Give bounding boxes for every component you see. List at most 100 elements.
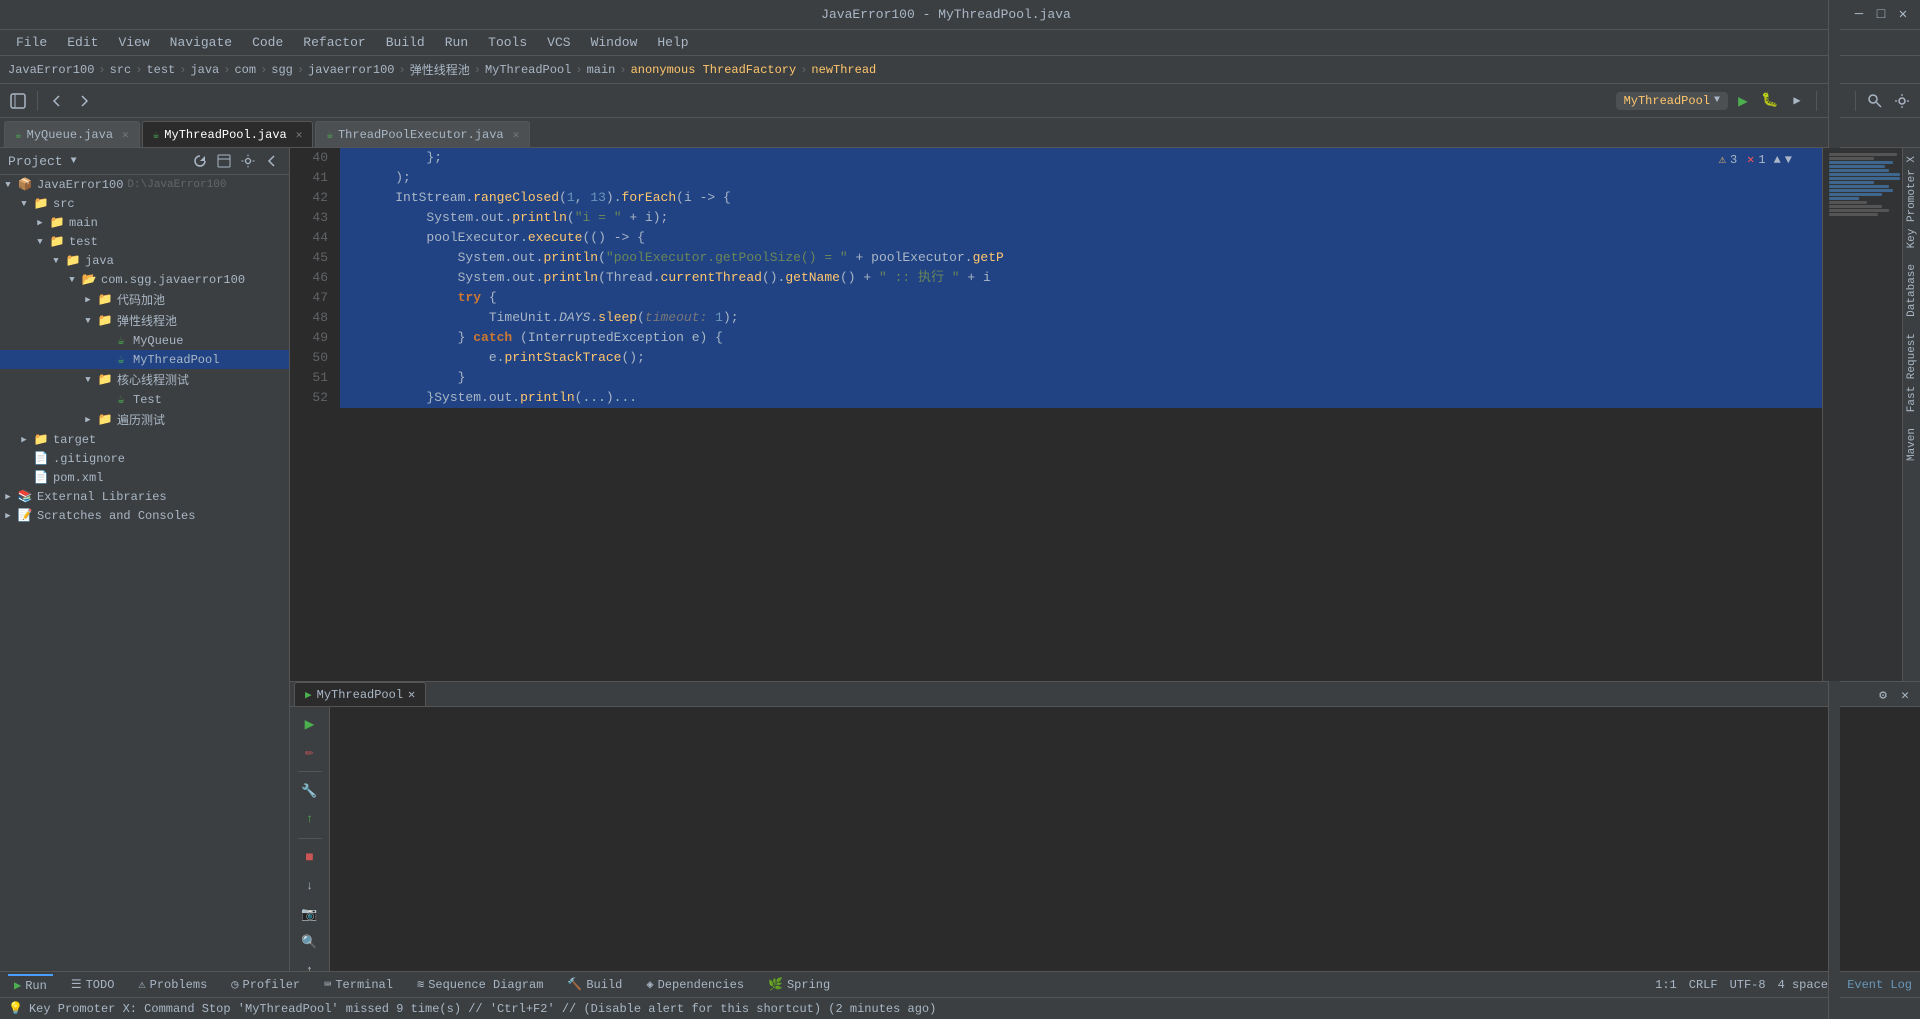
back-button[interactable] — [45, 89, 69, 113]
tree-item-External-Libraries[interactable]: ▶📚External Libraries — [0, 487, 289, 506]
snapshot-button[interactable]: 📷 — [297, 901, 323, 927]
status-tab-todo[interactable]: ☰ TODO — [65, 975, 121, 994]
tree-item-target[interactable]: ▶📁target — [0, 430, 289, 449]
run-close-button[interactable]: ✕ — [1894, 684, 1916, 706]
edit-run-button[interactable]: ✏ — [297, 739, 323, 765]
breadcrumb-item[interactable]: test — [146, 63, 175, 77]
menu-item-refactor[interactable]: Refactor — [295, 33, 373, 52]
run-settings-button[interactable]: ⚙ — [1872, 684, 1894, 706]
breadcrumb-item[interactable]: anonymous ThreadFactory — [631, 63, 797, 77]
filetab-myqueue[interactable]: ☕ MyQueue.java ✕ — [4, 121, 140, 147]
maximize-button[interactable]: □ — [1874, 8, 1888, 22]
breadcrumb-item[interactable]: MyThreadPool — [485, 63, 571, 77]
tree-item-com.sgg.javaerror100[interactable]: ▼📂com.sgg.javaerror100 — [0, 270, 289, 289]
tree-item-java[interactable]: ▼📁java — [0, 251, 289, 270]
close-tab-mythreadpool[interactable]: ✕ — [296, 128, 303, 142]
tree-item-遍历测试[interactable]: ▶📁遍历测试 — [0, 409, 289, 430]
menu-item-view[interactable]: View — [110, 33, 157, 52]
scroll-up-button[interactable]: ↑ — [297, 806, 323, 832]
tree-item-Test[interactable]: ☕Test — [0, 390, 289, 409]
status-tab-build[interactable]: 🔨 Build — [561, 975, 628, 994]
breadcrumb-item[interactable]: javaerror100 — [308, 63, 394, 77]
status-tab-run[interactable]: ▶ Run — [8, 974, 53, 995]
close-tab-myqueue[interactable]: ✕ — [122, 128, 129, 142]
tree-item-JavaError100[interactable]: ▼📦JavaError100D:\JavaError100 — [0, 175, 289, 194]
sync-button[interactable] — [191, 152, 209, 170]
project-icon[interactable] — [6, 89, 30, 113]
run-config-selector[interactable]: MyThreadPool ▼ — [1616, 92, 1728, 110]
tree-item-test[interactable]: ▼📁test — [0, 232, 289, 251]
menu-item-window[interactable]: Window — [583, 33, 646, 52]
run-tab-bar: ▶ MyThreadPool ✕ ⚙ ✕ — [290, 682, 1920, 707]
status-tab-terminal[interactable]: ⌨ Terminal — [318, 975, 399, 994]
breadcrumb-item[interactable]: java — [190, 63, 219, 77]
menu-item-run[interactable]: Run — [437, 33, 476, 52]
tree-item-MyThreadPool[interactable]: ☕MyThreadPool — [0, 350, 289, 369]
run-with-coverage-button[interactable]: ▶ — [1785, 89, 1809, 113]
breadcrumb-item[interactable]: src — [110, 63, 132, 77]
filetab-threadpoolexecutor[interactable]: ☕ ThreadPoolExecutor.java ✕ — [315, 121, 530, 147]
breadcrumb-nav: JavaError100 › src › test › java › com ›… — [0, 56, 1920, 84]
line-ending[interactable]: CRLF — [1689, 978, 1718, 992]
fast-request-panel-label[interactable]: Fast Request — [1903, 325, 1920, 420]
status-tab-sequence[interactable]: ≋ Sequence Diagram — [411, 975, 549, 994]
breadcrumb-item[interactable]: JavaError100 — [8, 63, 94, 77]
tree-item-核心线程测试[interactable]: ▼📁核心线程测试 — [0, 369, 289, 390]
breadcrumb-item[interactable]: sgg — [271, 63, 293, 77]
status-tab-spring[interactable]: 🌿 Spring — [762, 975, 836, 994]
tree-item-代码加池[interactable]: ▶📁代码加池 — [0, 289, 289, 310]
menu-item-code[interactable]: Code — [244, 33, 291, 52]
encoding[interactable]: UTF-8 — [1730, 978, 1766, 992]
breadcrumb-item[interactable]: newThread — [811, 63, 876, 77]
breadcrumb-item[interactable]: com — [234, 63, 256, 77]
sort-button[interactable]: ↕ — [297, 957, 323, 971]
tree-item-src[interactable]: ▼📁src — [0, 194, 289, 213]
database-panel-label[interactable]: Database — [1903, 256, 1920, 325]
key-promoter-panel-label[interactable]: Key Promoter X — [1903, 148, 1920, 256]
settings-sidebar-button[interactable] — [239, 152, 257, 170]
tree-item-MyQueue[interactable]: ☕MyQueue — [0, 331, 289, 350]
menu-item-tools[interactable]: Tools — [480, 33, 535, 52]
scroll-down-button[interactable]: ↓ — [297, 873, 323, 899]
debug-button[interactable]: 🐛 — [1758, 89, 1782, 113]
rerun-button[interactable]: ▶ — [297, 711, 323, 737]
tree-item-弹性线程池[interactable]: ▼📁弹性线程池 — [0, 310, 289, 331]
event-log[interactable]: Event Log — [1847, 978, 1912, 992]
tree-item-Scratches-and-Consoles[interactable]: ▶📝Scratches and Consoles — [0, 506, 289, 525]
run-tab-mythreadpool[interactable]: ▶ MyThreadPool ✕ — [294, 682, 426, 706]
filetab-mythreadpool[interactable]: ☕ MyThreadPool.java ✕ — [142, 121, 314, 147]
nav-down-button[interactable]: ▼ — [1785, 153, 1792, 167]
filter-button[interactable]: 🔍 — [297, 929, 323, 955]
tree-item-pom.xml[interactable]: 📄pom.xml — [0, 468, 289, 487]
status-tab-dependencies[interactable]: ◈ Dependencies — [640, 975, 750, 994]
minimize-button[interactable]: ─ — [1852, 8, 1866, 22]
nav-up-button[interactable]: ▲ — [1774, 153, 1781, 167]
maven-panel-label[interactable]: Maven — [1903, 420, 1920, 469]
tree-item-.gitignore[interactable]: 📄.gitignore — [0, 449, 289, 468]
run-button[interactable]: ▶ — [1731, 89, 1755, 113]
tree-item-main[interactable]: ▶📁main — [0, 213, 289, 232]
close-tab-threadpoolexecutor[interactable]: ✕ — [513, 128, 520, 142]
stop-run-button[interactable]: ■ — [297, 845, 323, 871]
close-run-tab[interactable]: ✕ — [408, 687, 415, 702]
menu-item-vcs[interactable]: VCS — [539, 33, 578, 52]
menu-item-build[interactable]: Build — [378, 33, 433, 52]
breadcrumb-item[interactable]: main — [587, 63, 616, 77]
menu-item-navigate[interactable]: Navigate — [162, 33, 240, 52]
code-area[interactable]: ⚠ 3 ✕ 1 ▲ ▼ 40 }; 41 — [290, 148, 1822, 681]
hide-sidebar-button[interactable] — [263, 152, 281, 170]
indent-info[interactable]: 4 spaces — [1778, 978, 1836, 992]
collapse-all-button[interactable] — [215, 152, 233, 170]
menu-item-file[interactable]: File — [8, 33, 55, 52]
menu-item-help[interactable]: Help — [649, 33, 696, 52]
search-button[interactable] — [1863, 89, 1887, 113]
wrench-button[interactable]: 🔧 — [297, 778, 323, 804]
status-tab-problems[interactable]: ⚠ Problems — [132, 975, 213, 994]
breadcrumb-item[interactable]: 弹性线程池 — [410, 61, 470, 78]
code-editor[interactable]: ⚠ 3 ✕ 1 ▲ ▼ 40 }; 41 — [290, 148, 1822, 681]
forward-button[interactable] — [72, 89, 96, 113]
status-tab-profiler[interactable]: ◷ Profiler — [225, 975, 306, 994]
close-button[interactable]: ✕ — [1896, 8, 1910, 22]
menu-item-edit[interactable]: Edit — [59, 33, 106, 52]
settings-button[interactable] — [1890, 89, 1914, 113]
